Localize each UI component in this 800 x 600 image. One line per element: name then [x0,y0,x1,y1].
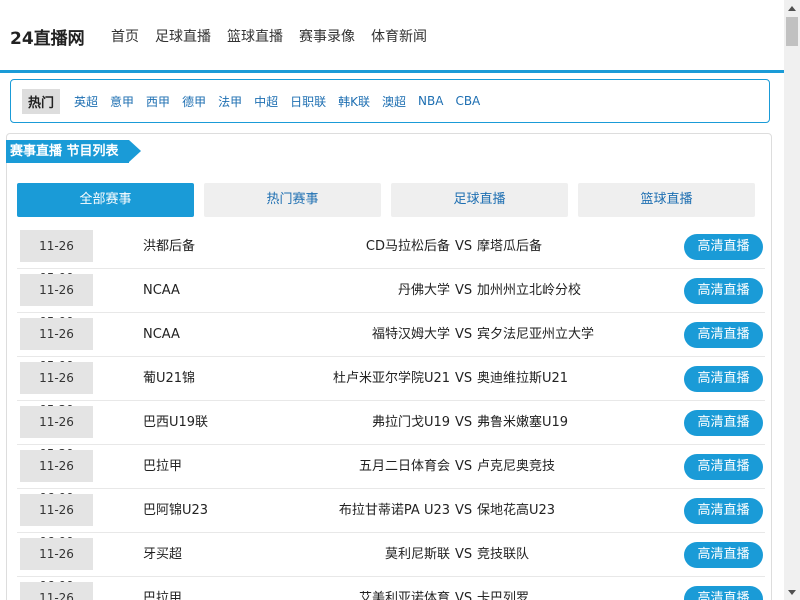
hd-live-button[interactable]: 高清直播 [684,542,763,568]
hd-live-button[interactable]: 高清直播 [684,410,763,436]
league-link-a-league[interactable]: 澳超 [382,93,406,110]
home-team: 艾美利亚诺体育 [358,591,450,600]
vs-label: VS [455,283,473,298]
match-league: 葡U21锦 [143,371,196,386]
match-time: 11-26 05:00 [20,274,93,329]
match-row: 11-26 06:00 牙买超 莫利尼斯联 VS 竞技联队 高清直播 [17,533,765,593]
hd-live-button[interactable]: 高清直播 [684,366,763,392]
match-time: 11-26 05:00 [20,230,93,285]
match-league: 牙买超 [143,547,183,562]
tab-football[interactable]: 足球直播 [391,183,568,217]
site-header: 24直播网 首页 足球直播 篮球直播 赛事录像 体育新闻 [0,0,784,73]
site-logo[interactable]: 24直播网 [10,24,85,49]
hd-live-button[interactable]: 高清直播 [684,454,763,480]
league-link-nba[interactable]: NBA [418,94,443,108]
home-team: 莫利尼斯联 [384,547,450,562]
scroll-up-arrow-icon[interactable] [784,0,800,16]
hot-label: 热门 [22,88,61,114]
league-link-la-liga[interactable]: 西甲 [146,93,170,110]
hd-live-button[interactable]: 高清直播 [684,586,763,600]
home-team: 福特汉姆大学 [371,327,450,342]
match-league: 巴阿锦U23 [143,503,209,518]
hd-live-button[interactable]: 高清直播 [684,498,763,524]
home-team: 弗拉门戈U19 [371,415,450,430]
match-league: 巴拉甲 [143,591,183,600]
match-time: 11-26 06:00 [20,450,93,505]
away-team: 卢克尼奥竞技 [477,459,556,474]
match-time: 11-26 05:30 [20,406,93,461]
match-row: 11-26 05:00 洪都后备 CD马拉松后备 VS 摩塔瓜后备 高清直播 [17,225,765,285]
vs-label: VS [455,371,473,386]
match-time: 11-26 06:00 [20,538,93,593]
nav-football-live[interactable]: 足球直播 [155,26,211,46]
away-team: 奥迪维拉斯U21 [477,371,569,386]
away-team: 宾夕法尼亚州立大学 [477,327,595,342]
league-link-k-league[interactable]: 韩K联 [338,93,370,110]
vs-label: VS [455,239,473,254]
filter-tabs: 全部赛事 热门赛事 足球直播 篮球直播 [17,183,755,217]
hd-live-button[interactable]: 高清直播 [684,278,763,304]
nav-replays[interactable]: 赛事录像 [299,26,355,46]
away-team: 竞技联队 [477,547,530,562]
league-link-serie-a[interactable]: 意甲 [110,93,134,110]
match-league: 巴拉甲 [143,459,183,474]
tab-all[interactable]: 全部赛事 [17,183,194,217]
hd-live-button[interactable]: 高清直播 [684,322,763,348]
league-link-cba[interactable]: CBA [455,94,480,108]
page: 24直播网 首页 足球直播 篮球直播 赛事录像 体育新闻 热门 英超 意甲 西甲… [0,0,784,600]
league-filter-bar: 热门 英超 意甲 西甲 德甲 法甲 中超 日职联 韩K联 澳超 NBA CBA [10,79,770,123]
tab-hot[interactable]: 热门赛事 [204,183,381,217]
match-row: 11-26 05:00 NCAA 福特汉姆大学 VS 宾夕法尼亚州立大学 高清直播 [17,313,765,373]
match-row: 11-26 06:00 巴阿锦U23 布拉甘蒂诺PA U23 VS 保地花高U23 高清直… [17,489,765,549]
match-row: 11-26 05:00 NCAA 丹佛大学 VS 加州州立北岭分校 高清直播 [17,269,765,329]
match-league: 巴西U19联 [143,415,209,430]
league-link-bundesliga[interactable]: 德甲 [182,93,206,110]
match-list: 11-26 05:00洪都后备CD马拉松后备VS摩塔瓜后备高清直播11-26 0… [17,225,765,600]
home-team: 杜卢米亚尔学院U21 [332,371,450,386]
section-title: 赛事直播 节目列表 [6,140,141,163]
vs-label: VS [455,591,473,600]
league-link-ligue-1[interactable]: 法甲 [218,93,242,110]
vs-label: VS [455,327,473,342]
match-row: 11-26 06:00 巴拉甲 艾美利亚诺体育 VS 卡巴列罗 高清直播 [17,577,765,600]
match-time: 11-26 05:30 [20,362,93,417]
match-time: 11-26 05:00 [20,318,93,373]
vs-label: VS [455,459,473,474]
away-team: 保地花高U23 [477,503,556,518]
match-league: NCAA [143,327,180,342]
main-nav: 首页 足球直播 篮球直播 赛事录像 体育新闻 [111,26,427,46]
hd-live-button[interactable]: 高清直播 [684,234,763,260]
league-link-j-league[interactable]: 日职联 [290,93,326,110]
schedule-panel: 赛事直播 节目列表 全部赛事 热门赛事 足球直播 篮球直播 11-26 05:0… [6,133,772,600]
match-league: NCAA [143,283,180,298]
away-team: 摩塔瓜后备 [477,239,543,254]
scrollbar[interactable] [784,0,800,600]
match-row: 11-26 05:30 葡U21锦 杜卢米亚尔学院U21 VS 奥迪维拉斯U21 高清直播 [17,357,765,417]
home-team: 布拉甘蒂诺PA U23 [338,503,450,518]
match-league: 洪都后备 [143,239,196,254]
vs-label: VS [455,547,473,562]
home-team: 五月二日体育会 [358,459,450,474]
nav-basketball-live[interactable]: 篮球直播 [227,26,283,46]
tab-basketball[interactable]: 篮球直播 [578,183,755,217]
scroll-down-arrow-icon[interactable] [784,584,800,600]
scrollbar-thumb[interactable] [786,17,798,46]
match-row: 11-26 06:00 巴拉甲 五月二日体育会 VS 卢克尼奥竞技 高清直播 [17,445,765,505]
match-row: 11-26 05:30 巴西U19联 弗拉门戈U19 VS 弗鲁米嫩塞U19 高清直播 [17,401,765,461]
home-team: CD马拉松后备 [365,239,450,254]
away-team: 加州州立北岭分校 [477,283,582,298]
match-time: 11-26 06:00 [20,582,93,600]
nav-home[interactable]: 首页 [111,26,139,46]
away-team: 卡巴列罗 [477,591,530,600]
nav-sports-news[interactable]: 体育新闻 [371,26,427,46]
vs-label: VS [455,503,473,518]
home-team: 丹佛大学 [397,283,450,298]
vs-label: VS [455,415,473,430]
league-link-epl[interactable]: 英超 [74,93,98,110]
away-team: 弗鲁米嫩塞U19 [477,415,569,430]
match-time: 11-26 06:00 [20,494,93,549]
league-link-csl[interactable]: 中超 [254,93,278,110]
